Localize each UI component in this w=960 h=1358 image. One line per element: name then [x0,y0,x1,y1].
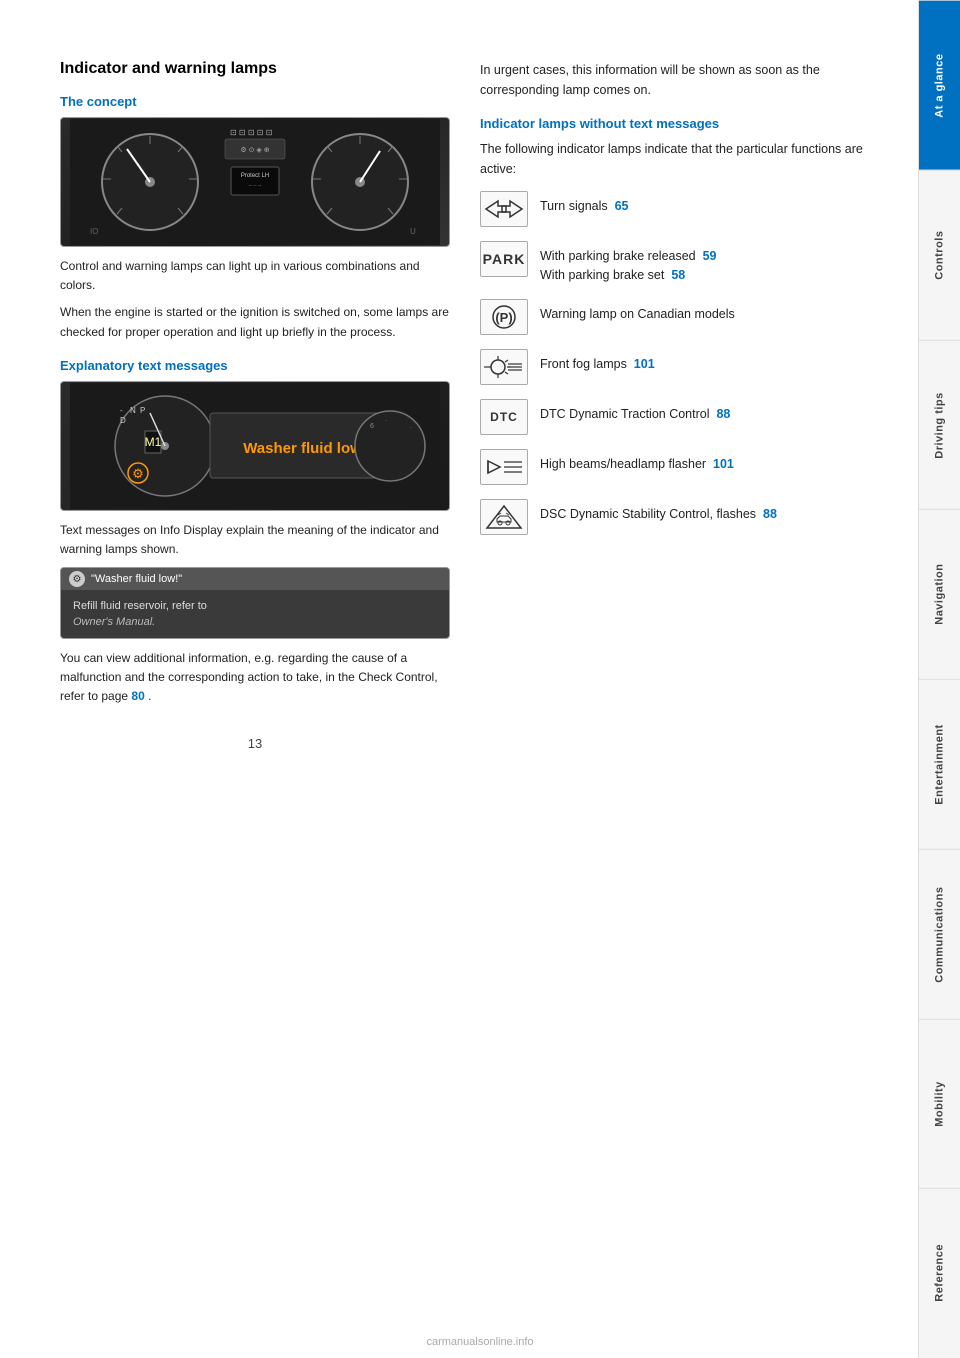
dsc-icon [480,499,528,535]
concept-subtitle: The concept [60,94,450,109]
warning-title: "Washer fluid low!" [91,573,182,585]
park-released-page[interactable]: 59 [703,249,717,263]
check-control-link[interactable]: 80 [131,689,144,703]
warning-body: Refill fluid reservoir, refer to [73,598,437,616]
fog-lamps-text: Front fog lamps 101 [540,349,655,374]
svg-text:U: U [410,227,416,236]
explanatory-subtitle: Explanatory text messages [60,358,450,373]
svg-text:D: D [120,416,126,425]
svg-text:-- -- --: -- -- -- [249,183,262,189]
high-beams-page[interactable]: 101 [713,457,734,471]
sidebar-tab-navigation[interactable]: Navigation [919,509,960,679]
svg-text:⚙: ⚙ [132,466,144,481]
dtc-label: DTC [490,410,518,424]
body-text-4-main: You can view additional information, e.g… [60,651,438,703]
dtc-page[interactable]: 88 [716,407,730,421]
canadian-warning-icon: (P) [480,299,528,335]
indicator-section-title: Indicator lamps without text messages [480,116,888,131]
sidebar-tab-at-a-glance[interactable]: At a glance [919,0,960,170]
turn-signals-icon [480,191,528,227]
svg-text:Washer fluid low!: Washer fluid low! [243,440,367,457]
sidebar-tab-driving-tips[interactable]: Driving tips [919,340,960,510]
park-set-page[interactable]: 58 [671,268,685,282]
right-intro-text: In urgent cases, this information will b… [480,60,888,100]
svg-text:IO: IO [90,227,98,236]
body-text-3: Text messages on Info Display explain th… [60,521,450,559]
fog-lamps-icon [480,349,528,385]
info-display-image: M1 - N P D ⚙ Washer fluid low! 6 . . [60,381,450,511]
svg-text:.: . [385,416,387,423]
canadian-warning-text: Warning lamp on Canadian models [540,299,735,324]
high-beams-text: High beams/headlamp flasher 101 [540,449,734,474]
svg-text:⊡ ⊡ ⊡ ⊡ ⊡: ⊡ ⊡ ⊡ ⊡ ⊡ [230,128,272,137]
svg-text:6: 6 [370,423,374,430]
turn-signals-text: Turn signals 65 [540,191,628,216]
watermark: carmanualsonline.info [426,1336,533,1348]
svg-text:.: . [410,423,412,430]
svg-text:M1: M1 [145,435,162,449]
warning-footer: Owner's Manual. [73,616,437,628]
sidebar-tab-reference[interactable]: Reference [919,1188,960,1358]
park-icon: PARK [480,241,528,277]
page-title: Indicator and warning lamps [60,60,450,78]
indicator-turn-signals: Turn signals 65 [480,191,888,227]
indicator-dsc: DSC Dynamic Stability Control, flashes 8… [480,499,888,535]
body-text-1: Control and warning lamps can light up i… [60,257,450,295]
dtc-text: DTC Dynamic Traction Control 88 [540,399,730,424]
indicator-fog-lamps: Front fog lamps 101 [480,349,888,385]
sidebar-tab-mobility[interactable]: Mobility [919,1019,960,1189]
page-number: 13 [60,736,450,751]
indicator-high-beams: High beams/headlamp flasher 101 [480,449,888,485]
turn-signals-page[interactable]: 65 [615,199,629,213]
sidebar-tab-communications[interactable]: Communications [919,849,960,1019]
warning-line1: Refill fluid reservoir, refer to [73,600,207,612]
sidebar-tab-controls[interactable]: Controls [919,170,960,340]
indicator-intro: The following indicator lamps indicate t… [480,139,888,179]
svg-text:N: N [130,406,136,415]
dsc-text: DSC Dynamic Stability Control, flashes 8… [540,499,777,524]
sidebar: At a glance Controls Driving tips Naviga… [918,0,960,1358]
warning-display-header: ⚙ "Washer fluid low!" [61,568,449,590]
dsc-page[interactable]: 88 [763,507,777,521]
body-text-2: When the engine is started or the igniti… [60,303,450,341]
svg-text:(P): (P) [495,310,512,325]
svg-text:⚙ ⊙ ◈ ⊕: ⚙ ⊙ ◈ ⊕ [240,146,269,154]
body-text-4-end: . [148,689,151,703]
warning-icon: ⚙ [69,571,85,587]
high-beams-icon [480,449,528,485]
dtc-icon: DTC [480,399,528,435]
dashboard-image: ⚙ ⊙ ◈ ⊕ Protect LH -- -- -- [60,117,450,247]
body-text-4: You can view additional information, e.g… [60,649,450,707]
indicator-canadian-warning: (P) Warning lamp on Canadian models [480,299,888,335]
svg-text:Protect LH: Protect LH [241,173,269,179]
indicator-dtc: DTC DTC Dynamic Traction Control 88 [480,399,888,435]
indicator-park-brake: PARK With parking brake released 59 With… [480,241,888,285]
warning-display: ⚙ "Washer fluid low!" Refill fluid reser… [60,567,450,639]
sidebar-tab-entertainment[interactable]: Entertainment [919,679,960,849]
svg-text:P: P [140,406,145,415]
park-label: PARK [483,251,526,267]
svg-text:-: - [120,406,123,415]
park-text: With parking brake released 59 With park… [540,241,717,285]
fog-lamps-page[interactable]: 101 [634,357,655,371]
